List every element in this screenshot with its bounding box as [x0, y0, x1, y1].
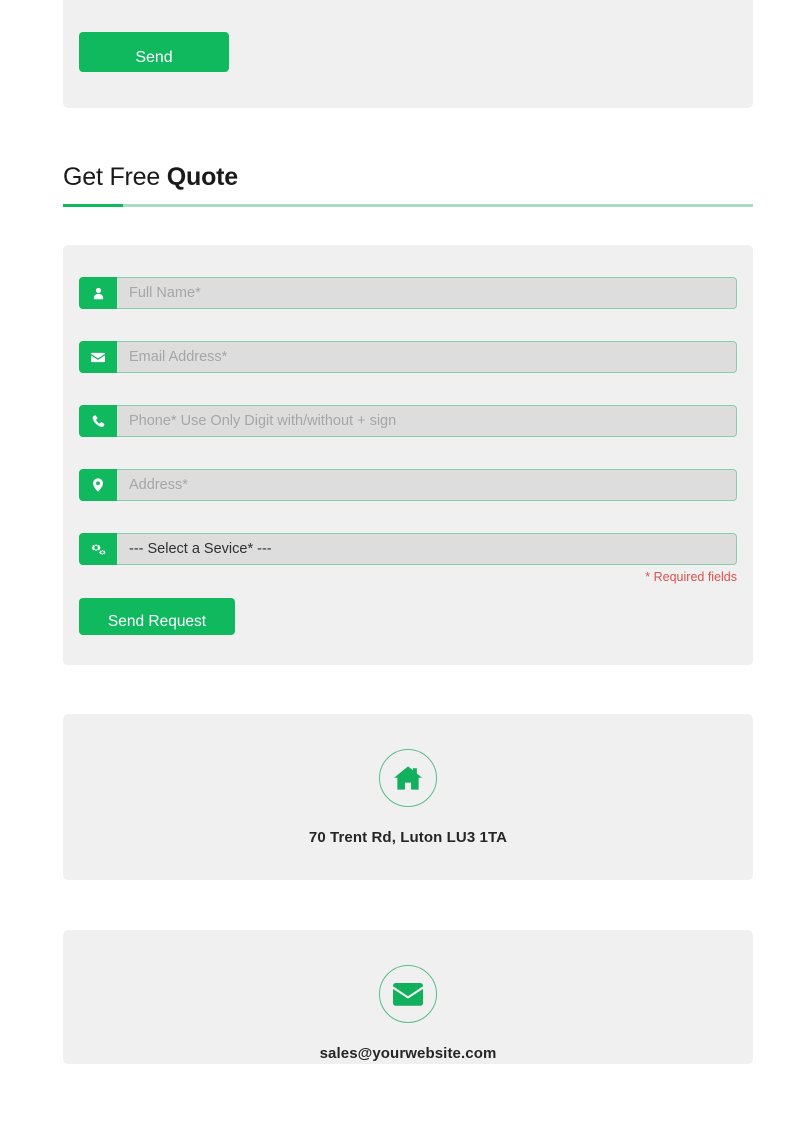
map-marker-icon	[79, 469, 117, 501]
field-row-address	[79, 469, 737, 501]
contact-form-card: Send	[63, 0, 753, 108]
phone-icon	[79, 405, 117, 437]
contact-page: Send Get Free Quote Full Name* Email Add…	[0, 0, 793, 1122]
email-address-input[interactable]	[117, 341, 737, 373]
address-input[interactable]	[117, 469, 737, 501]
heading-divider-accent	[63, 204, 123, 207]
address-text: 70 Trent Rd, Luton LU3 1TA	[308, 829, 508, 846]
send-request-button[interactable]: Send Request	[79, 598, 235, 635]
page-title-bold: Quote	[166, 163, 239, 191]
heading-divider	[63, 204, 753, 207]
email-text: sales@yourwebsite.com	[319, 1045, 497, 1062]
field-row-phone	[79, 405, 737, 437]
quote-form-card: --- Select a Sevice* --- * Required fiel…	[63, 245, 753, 665]
field-row-service: --- Select a Sevice* ---	[79, 533, 737, 565]
page-title: Get Free Quote	[63, 162, 753, 192]
field-row-full-name	[79, 277, 737, 309]
full-name-input[interactable]	[117, 277, 737, 309]
envelope-icon	[79, 341, 117, 373]
get-free-quote-heading: Get Free Quote	[63, 162, 753, 207]
page-title-light: Get Free	[63, 163, 161, 191]
address-info-card: 70 Trent Rd, Luton LU3 1TA	[63, 714, 753, 880]
envelope-icon	[379, 965, 437, 1023]
user-icon	[79, 277, 117, 309]
send-button[interactable]: Send	[79, 32, 229, 72]
phone-input[interactable]	[117, 405, 737, 437]
cogs-icon	[79, 533, 117, 565]
field-row-email	[79, 341, 737, 373]
service-select[interactable]: --- Select a Sevice* ---	[117, 533, 737, 565]
required-fields-note: * Required fields	[645, 570, 737, 584]
email-info-card: sales@yourwebsite.com	[63, 930, 753, 1064]
home-icon	[379, 749, 437, 807]
